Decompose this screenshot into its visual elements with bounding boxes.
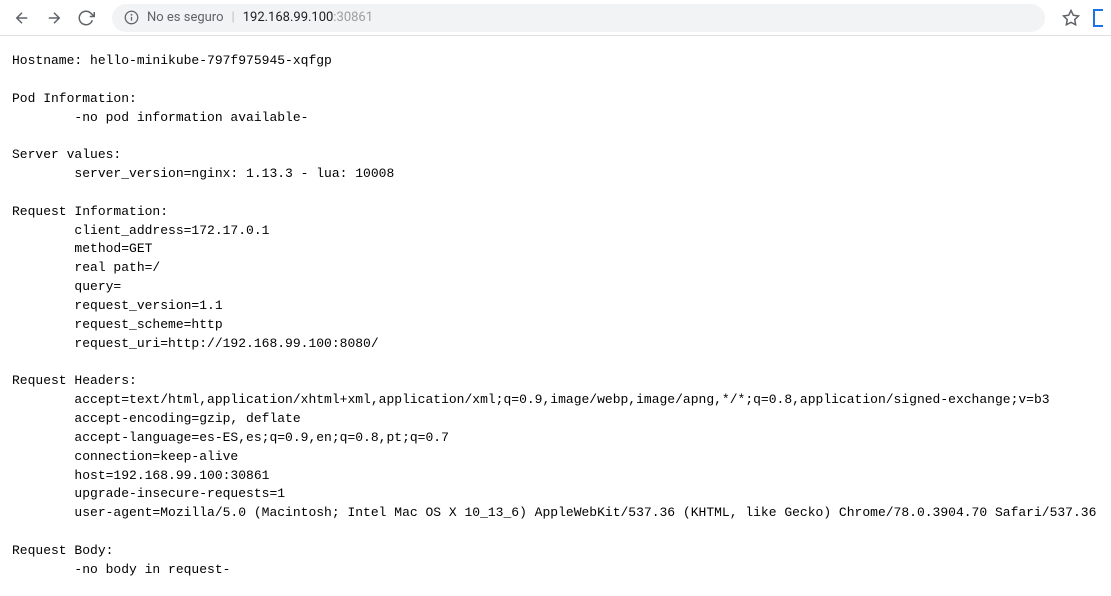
browser-toolbar: No es seguro | 192.168.99.100:30861 <box>0 0 1111 36</box>
url-host: 192.168.99.100 <box>243 10 334 25</box>
server-values: server_version=nginx: 1.13.3 - lua: 1000… <box>12 166 394 181</box>
request-body-header: Request Body: <box>12 543 113 558</box>
bookmark-button[interactable] <box>1057 4 1085 32</box>
divider: | <box>232 10 235 25</box>
request-headers-lines: accept=text/html,application/xhtml+xml,a… <box>12 392 1096 520</box>
server-values-header: Server values: <box>12 147 121 162</box>
pod-info-header: Pod Information: <box>12 91 137 106</box>
arrow-right-icon <box>45 9 63 27</box>
hostname-line: Hostname: hello-minikube-797f975945-xqfg… <box>12 53 332 68</box>
page-content: Hostname: hello-minikube-797f975945-xqfg… <box>0 36 1111 596</box>
arrow-left-icon <box>13 9 31 27</box>
forward-button[interactable] <box>40 4 68 32</box>
reload-button[interactable] <box>72 4 100 32</box>
url-port: :30861 <box>333 10 373 25</box>
url-text: 192.168.99.100:30861 <box>243 10 373 25</box>
edge-indicator <box>1093 9 1103 27</box>
back-button[interactable] <box>8 4 36 32</box>
address-bar[interactable]: No es seguro | 192.168.99.100:30861 <box>112 4 1045 32</box>
request-body-lines: -no body in request- <box>12 562 230 577</box>
info-icon <box>124 10 139 25</box>
star-icon <box>1062 9 1080 27</box>
request-headers-header: Request Headers: <box>12 373 137 388</box>
insecure-label: No es seguro <box>147 10 224 25</box>
request-info-header: Request Information: <box>12 204 168 219</box>
pod-info-value: -no pod information available- <box>12 110 308 125</box>
reload-icon <box>77 9 95 27</box>
request-info-lines: client_address=172.17.0.1 method=GET rea… <box>12 223 379 351</box>
